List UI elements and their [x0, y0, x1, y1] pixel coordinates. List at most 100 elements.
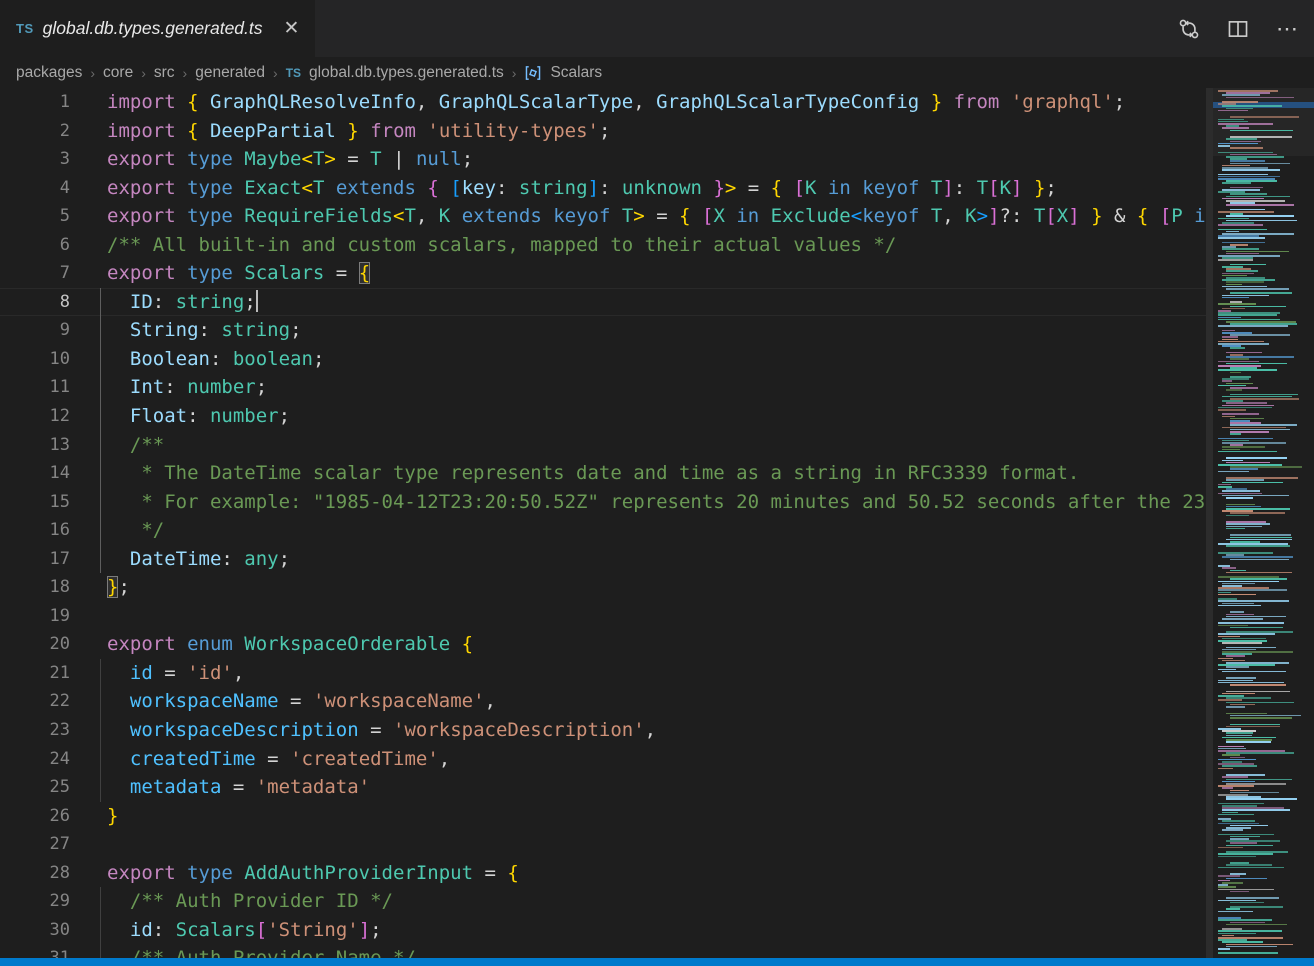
- code-line[interactable]: 6/** All built-in and custom scalars, ma…: [0, 231, 1206, 260]
- line-number[interactable]: 16: [0, 516, 70, 545]
- code-line[interactable]: 9 String: string;: [0, 316, 1206, 345]
- code-token: {: [427, 177, 438, 199]
- open-changes-icon[interactable]: [1178, 18, 1200, 40]
- line-number[interactable]: 15: [0, 488, 70, 517]
- breadcrumb-item-src[interactable]: src: [154, 64, 175, 82]
- line-number[interactable]: 14: [0, 459, 70, 488]
- line-number[interactable]: 23: [0, 716, 70, 745]
- line-number[interactable]: 5: [0, 202, 70, 231]
- code-line[interactable]: 13 /**: [0, 431, 1206, 460]
- code-line[interactable]: 30 id: Scalars['String'];: [0, 916, 1206, 945]
- code-line[interactable]: 27: [0, 830, 1206, 859]
- line-number[interactable]: 31: [0, 944, 70, 958]
- code-editor[interactable]: 1import { GraphQLResolveInfo, GraphQLSca…: [0, 88, 1314, 958]
- line-number[interactable]: 29: [0, 887, 70, 916]
- breadcrumb-item-symbol[interactable]: Scalars: [550, 64, 602, 82]
- breadcrumb-item-core[interactable]: core: [103, 64, 133, 82]
- line-number[interactable]: 22: [0, 687, 70, 716]
- code-line[interactable]: 1import { GraphQLResolveInfo, GraphQLSca…: [0, 88, 1206, 117]
- breadcrumb-item-packages[interactable]: packages: [16, 64, 82, 82]
- line-number[interactable]: 27: [0, 830, 70, 859]
- code-line[interactable]: 23 workspaceDescription = 'workspaceDesc…: [0, 716, 1206, 745]
- code-token: =: [153, 662, 187, 684]
- line-number[interactable]: 19: [0, 602, 70, 631]
- code-line[interactable]: 4export type Exact<T extends { [key: str…: [0, 174, 1206, 203]
- code-line[interactable]: 24 createdTime = 'createdTime',: [0, 745, 1206, 774]
- code-line[interactable]: 22 workspaceName = 'workspaceName',: [0, 687, 1206, 716]
- tab-global-db-types[interactable]: TS global.db.types.generated.ts ✕: [0, 0, 315, 57]
- line-number[interactable]: 26: [0, 802, 70, 831]
- minimap-line: [1226, 924, 1287, 926]
- code-token: 'utility-types': [427, 120, 599, 142]
- code-token: RequireFields: [244, 205, 393, 227]
- line-number[interactable]: 21: [0, 659, 70, 688]
- code-line[interactable]: 29 /** Auth Provider ID */: [0, 887, 1206, 916]
- code-token: T: [1034, 205, 1045, 227]
- code-line[interactable]: 17 DateTime: any;: [0, 545, 1206, 574]
- code-line[interactable]: 5export type RequireFields<T, K extends …: [0, 202, 1206, 231]
- more-actions-icon[interactable]: ⋯: [1276, 18, 1300, 40]
- code-token: [942, 91, 953, 113]
- line-number[interactable]: 20: [0, 630, 70, 659]
- line-number[interactable]: 6: [0, 231, 70, 260]
- line-number[interactable]: 3: [0, 145, 70, 174]
- minimap-line: [1218, 211, 1274, 213]
- vertical-scrollbar[interactable]: [1206, 88, 1213, 958]
- line-number[interactable]: 28: [0, 859, 70, 888]
- line-number[interactable]: 13: [0, 431, 70, 460]
- line-number[interactable]: 8: [0, 288, 70, 317]
- code-token: <: [301, 177, 312, 199]
- line-number[interactable]: 11: [0, 373, 70, 402]
- code-line[interactable]: 21 id = 'id',: [0, 659, 1206, 688]
- code-token: 'graphql': [1011, 91, 1114, 113]
- code-line[interactable]: 25 metadata = 'metadata': [0, 773, 1206, 802]
- line-number[interactable]: 2: [0, 117, 70, 146]
- code-text: export type Exact<T extends { [key: stri…: [70, 174, 1057, 203]
- code-token: {: [359, 262, 370, 284]
- line-number[interactable]: 17: [0, 545, 70, 574]
- minimap[interactable]: [1213, 88, 1314, 958]
- code-token: P: [1171, 205, 1182, 227]
- code-token: Float: [130, 405, 187, 427]
- code-line[interactable]: 19: [0, 602, 1206, 631]
- code-lines[interactable]: 1import { GraphQLResolveInfo, GraphQLSca…: [0, 88, 1206, 958]
- code-line[interactable]: 16 */: [0, 516, 1206, 545]
- code-line[interactable]: 8 ID: string;: [0, 288, 1206, 317]
- minimap-line: [1230, 372, 1241, 374]
- code-line[interactable]: 14 * The DateTime scalar type represents…: [0, 459, 1206, 488]
- code-line[interactable]: 20export enum WorkspaceOrderable {: [0, 630, 1206, 659]
- code-line[interactable]: 15 * For example: "1985-04-12T23:20:50.5…: [0, 488, 1206, 517]
- code-line[interactable]: 10 Boolean: boolean;: [0, 345, 1206, 374]
- line-number[interactable]: 18: [0, 573, 70, 602]
- line-number[interactable]: 12: [0, 402, 70, 431]
- code-line[interactable]: 7export type Scalars = {: [0, 259, 1206, 288]
- code-line[interactable]: 26}: [0, 802, 1206, 831]
- line-number[interactable]: 25: [0, 773, 70, 802]
- code-text: /** All built-in and custom scalars, map…: [70, 231, 896, 260]
- code-line[interactable]: 11 Int: number;: [0, 373, 1206, 402]
- code-token: 'metadata': [256, 776, 370, 798]
- code-line[interactable]: 2import { DeepPartial } from 'utility-ty…: [0, 117, 1206, 146]
- code-line[interactable]: 31 /** Auth Provider Name */: [0, 944, 1206, 958]
- code-line[interactable]: 18};: [0, 573, 1206, 602]
- line-number[interactable]: 10: [0, 345, 70, 374]
- breadcrumb-item-generated[interactable]: generated: [195, 64, 265, 82]
- code-line[interactable]: 28export type AddAuthProviderInput = {: [0, 859, 1206, 888]
- line-number[interactable]: 9: [0, 316, 70, 345]
- code-token: ]: [1068, 205, 1079, 227]
- code-token: */: [130, 519, 164, 541]
- split-editor-icon[interactable]: [1227, 18, 1249, 40]
- tab-close-icon[interactable]: ✕: [284, 19, 300, 38]
- line-number[interactable]: 30: [0, 916, 70, 945]
- code-token: [: [256, 919, 267, 941]
- line-number[interactable]: 4: [0, 174, 70, 203]
- breadcrumb-item-file[interactable]: global.db.types.generated.ts: [309, 64, 504, 82]
- line-number[interactable]: 24: [0, 745, 70, 774]
- code-line[interactable]: 3export type Maybe<T> = T | null;: [0, 145, 1206, 174]
- code-line[interactable]: 12 Float: number;: [0, 402, 1206, 431]
- line-number[interactable]: 1: [0, 88, 70, 117]
- code-token: T: [404, 205, 415, 227]
- line-number[interactable]: 7: [0, 259, 70, 288]
- minimap-line: [1230, 347, 1245, 349]
- code-token: Int: [130, 376, 164, 398]
